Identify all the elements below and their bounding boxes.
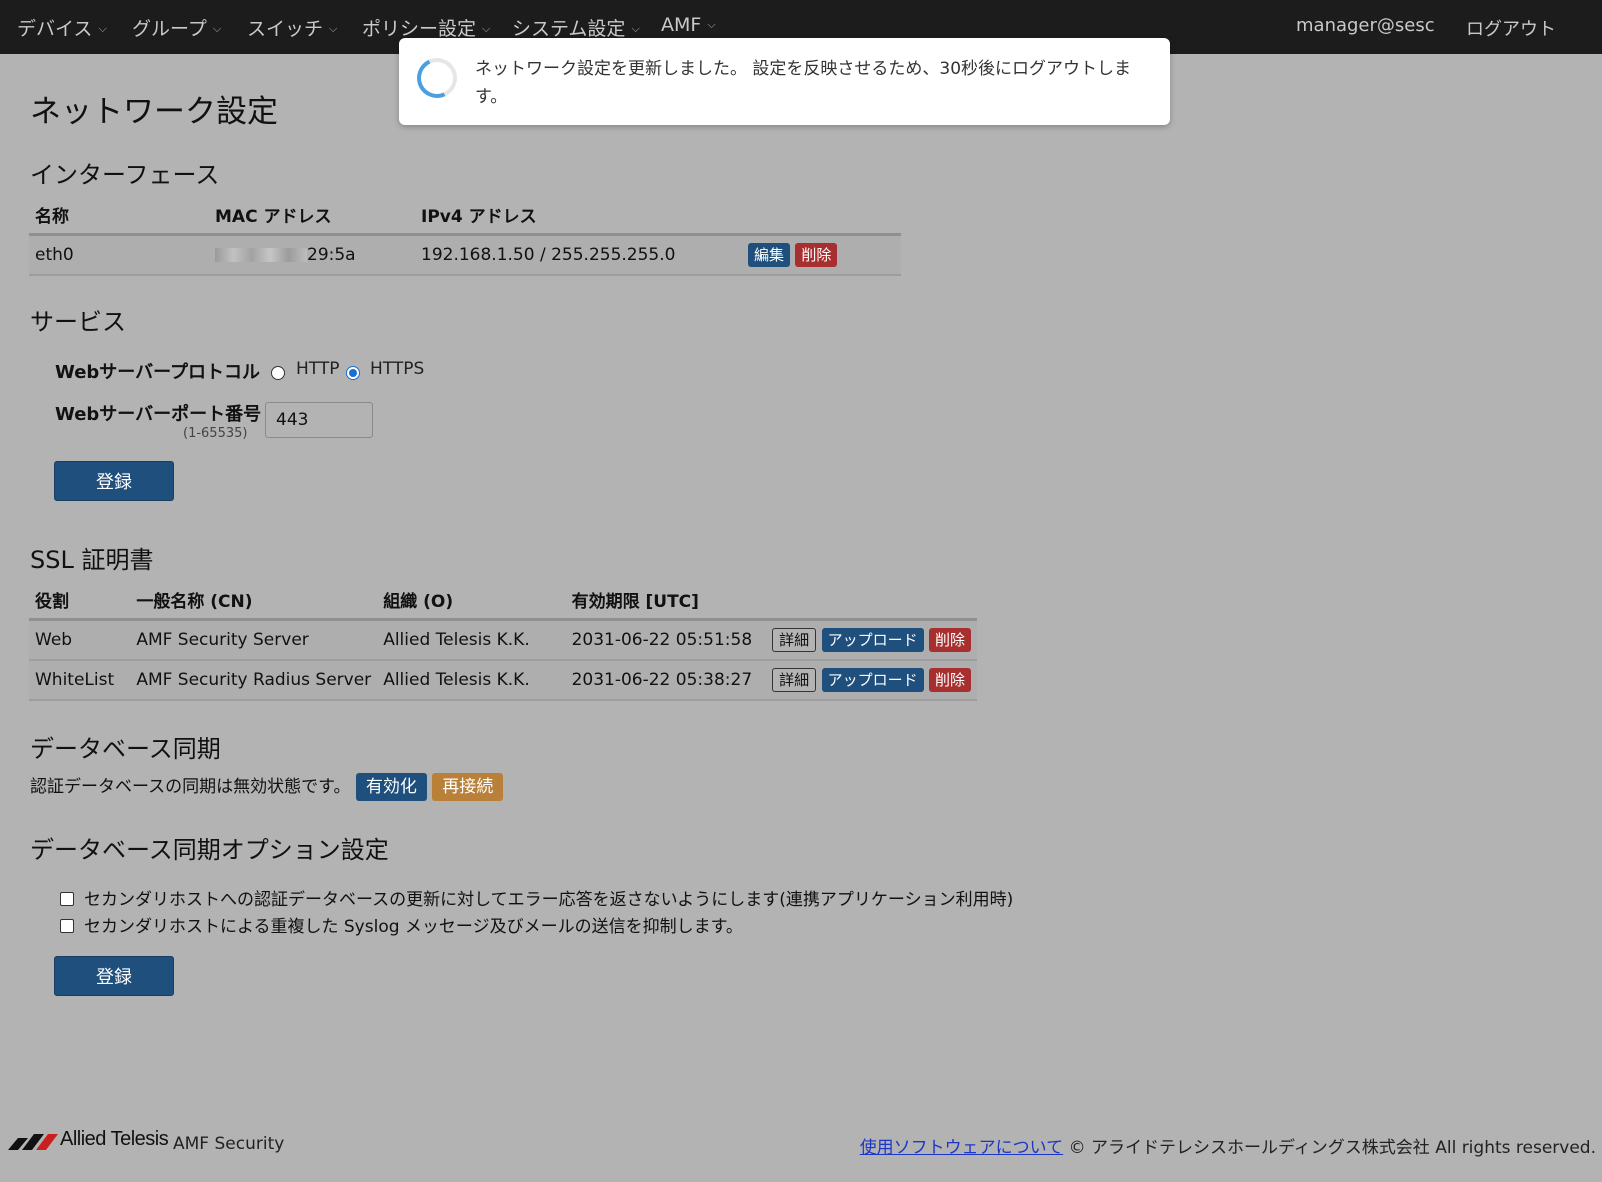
delete-button[interactable]: 削除 (795, 243, 838, 267)
chevron-down-icon: ⌵ (329, 22, 338, 35)
nav-menu-system[interactable]: システム設定 ⌵ (512, 14, 640, 41)
options-submit-button[interactable]: 登録 (54, 956, 174, 996)
delete-button[interactable]: 削除 (928, 628, 971, 652)
chevron-down-icon: ⌵ (707, 18, 716, 31)
option-label: セカンダリホストによる重複した Syslog メッセージ及びメールの送信を抑制し… (84, 917, 743, 937)
chevron-down-icon: ⌵ (482, 22, 491, 35)
service-section-title: サービス (30, 308, 126, 336)
column-header: 名称 (35, 206, 69, 227)
ipv4-address: 192.168.1.50 / 255.255.255.0 (421, 245, 676, 265)
enable-button[interactable]: 有効化 (355, 773, 427, 801)
nav-menu-switches[interactable]: スイッチ ⌵ (247, 14, 337, 41)
nav-menu-amf[interactable]: AMF ⌵ (661, 14, 716, 36)
port-input[interactable] (265, 402, 373, 438)
cert-role: Web (35, 630, 73, 650)
db-sync-status: 認証データベースの同期は無効状態です。 (30, 777, 351, 797)
mac-address: 29:5a (209, 235, 415, 276)
interface-name: eth0 (35, 245, 74, 265)
edit-button[interactable]: 編集 (748, 243, 791, 267)
nav-menu-devices[interactable]: デバイス ⌵ (17, 14, 107, 41)
upload-button[interactable]: アップロード (821, 628, 924, 652)
cert-expires: 2031-06-22 05:38:27 (571, 670, 753, 690)
radio-http-label: HTTP (296, 359, 340, 379)
port-range-hint: (1-65535) (183, 426, 248, 441)
chevron-down-icon: ⌵ (212, 22, 222, 35)
option-label: セカンダリホストへの認証データベースの更新に対してエラー応答を返さないようにしま… (84, 890, 1014, 910)
cert-org: Allied Telesis K.K. (383, 630, 530, 650)
cert-org: Allied Telesis K.K. (383, 670, 530, 690)
column-header: IPv4 アドレス (421, 206, 537, 227)
column-header: 役割 (35, 591, 69, 612)
ssl-section-title: SSL 証明書 (30, 546, 154, 574)
column-header: 有効期限 [UTC] (571, 591, 699, 612)
detail-button[interactable]: 詳細 (772, 668, 817, 692)
cert-role: WhiteList (35, 670, 115, 690)
port-label: Webサーバーポート番号 (55, 404, 262, 425)
chevron-down-icon: ⌵ (98, 22, 107, 35)
ssl-table: 役割 一般名称 (CN) 組織 (O) 有効期限 [UTC] Web AMF S… (29, 580, 977, 701)
allied-telesis-logo-icon (8, 1134, 58, 1150)
column-header: MAC アドレス (215, 206, 332, 227)
option-checkbox-no-error-response[interactable] (60, 892, 74, 906)
table-header-row: 役割 一般名称 (CN) 組織 (O) 有効期限 [UTC] (29, 580, 977, 620)
service-submit-button[interactable]: 登録 (54, 461, 174, 501)
cert-cn: AMF Security Radius Server (136, 670, 372, 690)
loading-spinner-icon (411, 52, 463, 104)
upload-button[interactable]: アップロード (821, 668, 924, 692)
table-row: Web AMF Security Server Allied Telesis K… (29, 619, 977, 660)
copyright: © アライドテレシスホールディングス株式会社 All rights reserv… (1068, 1138, 1596, 1158)
notification-toast: ネットワーク設定を更新しました。 設定を反映させるため、30秒後にログアウトしま… (399, 38, 1170, 125)
db-sync-options-section-title: データベース同期オプション設定 (30, 836, 389, 864)
chevron-down-icon: ⌵ (631, 22, 640, 35)
redacted-blur (215, 248, 307, 262)
cert-expires: 2031-06-22 05:51:58 (571, 630, 753, 650)
interface-section-title: インターフェース (30, 161, 220, 189)
db-sync-status-row: 認証データベースの同期は無効状態です。 有効化 再接続 (30, 772, 504, 801)
detail-button[interactable]: 詳細 (772, 628, 817, 652)
page-title: ネットワーク設定 (30, 94, 278, 130)
toast-message: ネットワーク設定を更新しました。 設定を反映させるため、30秒後にログアウトしま… (475, 59, 1132, 107)
radio-https-label: HTTPS (370, 359, 425, 379)
radio-http[interactable] (271, 366, 285, 380)
column-header: 一般名称 (CN) (136, 591, 253, 612)
user-name: manager@sesc (1296, 15, 1435, 36)
column-header: 組織 (O) (383, 591, 454, 612)
software-info-link[interactable]: 使用ソフトウェアについて (860, 1138, 1064, 1158)
db-sync-section-title: データベース同期 (30, 735, 221, 763)
table-row: WhiteList AMF Security Radius Server All… (29, 660, 977, 700)
nav-menu-groups[interactable]: グループ ⌵ (132, 14, 221, 41)
reconnect-button[interactable]: 再接続 (432, 773, 504, 801)
protocol-label: Webサーバープロトコル (55, 362, 261, 383)
interface-table: 名称 MAC アドレス IPv4 アドレス eth0 29:5a 192.168… (29, 195, 901, 276)
logout-link[interactable]: ログアウト (1466, 15, 1556, 41)
footer-brand: Allied Telesis (60, 1128, 169, 1150)
delete-button[interactable]: 削除 (928, 668, 971, 692)
table-header-row: 名称 MAC アドレス IPv4 アドレス (29, 195, 901, 235)
table-row: eth0 29:5a 192.168.1.50 / 255.255.255.0 … (29, 234, 901, 276)
nav-menu-policy[interactable]: ポリシー設定 ⌵ (362, 14, 490, 41)
option-checkbox-suppress-duplicates[interactable] (60, 919, 74, 933)
footer-right: 使用ソフトウェアについて © アライドテレシスホールディングス株式会社 All … (860, 1133, 1596, 1158)
footer-product: AMF Security (173, 1134, 285, 1154)
radio-https[interactable] (346, 366, 360, 380)
cert-cn: AMF Security Server (136, 630, 309, 650)
